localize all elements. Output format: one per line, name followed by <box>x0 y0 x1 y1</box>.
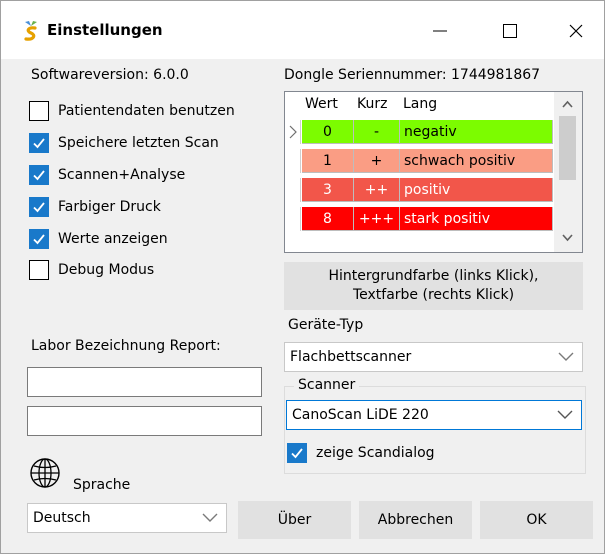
grid-header-kurz[interactable]: Kurz <box>357 92 389 115</box>
option-label: Debug Modus <box>58 262 155 278</box>
cell-kurz[interactable]: ++ <box>354 178 400 202</box>
close-button[interactable] <box>553 13 599 49</box>
chevron-down-icon <box>202 513 218 522</box>
cell-kurz[interactable]: +++ <box>354 207 400 231</box>
cell-kurz[interactable]: - <box>354 120 400 144</box>
cell-wert[interactable]: 8 <box>302 207 354 231</box>
chevron-down-icon <box>558 352 574 361</box>
scroll-down-arrow-icon[interactable] <box>562 234 573 242</box>
lab-report-line1-input[interactable] <box>27 367 262 397</box>
show-scan-dialog-label: zeige Scandialog <box>316 445 435 461</box>
about-button[interactable]: Über <box>238 501 351 539</box>
checkbox[interactable] <box>29 165 49 185</box>
cell-lang[interactable]: positiv <box>400 178 553 202</box>
lab-report-line2-input[interactable] <box>27 406 262 436</box>
grid-header-lang[interactable]: Lang <box>403 92 463 115</box>
color-button-line1: Hintergrundfarbe (links Klick), <box>328 268 539 284</box>
checkbox[interactable] <box>29 197 49 217</box>
color-setting-button[interactable]: Hintergrundfarbe (links Klick), Textfarb… <box>284 262 583 310</box>
option-save-last-scan[interactable]: Speichere letzten Scan <box>29 132 219 154</box>
scanner-value: CanoScan LiDE 220 <box>292 407 429 423</box>
cell-wert[interactable]: 0 <box>302 120 354 144</box>
chevron-down-icon <box>557 410 573 419</box>
globe-icon <box>30 458 60 488</box>
minimize-icon <box>433 30 447 32</box>
cell-wert[interactable]: 3 <box>302 178 354 202</box>
checkbox[interactable] <box>29 260 49 280</box>
app-logo-icon <box>24 21 37 41</box>
cell-lang[interactable]: negativ <box>400 120 553 144</box>
checkmark-icon <box>33 170 45 181</box>
values-grid[interactable]: Wert Kurz Lang 0 - negativ 1 + schwach p… <box>284 91 583 253</box>
table-row[interactable]: 8 +++ stark positiv <box>285 207 553 231</box>
show-scan-dialog-option[interactable]: zeige Scandialog <box>287 442 435 464</box>
option-label: Speichere letzten Scan <box>58 135 219 151</box>
about-button-label: Über <box>277 512 312 528</box>
grid-header-wert[interactable]: Wert <box>305 92 347 115</box>
checkmark-icon <box>291 448 303 459</box>
scroll-up-arrow-icon[interactable] <box>562 100 573 108</box>
cancel-button-label: Abbrechen <box>377 512 454 528</box>
scanner-select[interactable]: CanoScan LiDE 220 <box>286 400 582 430</box>
settings-window: Einstellungen Softwareversion: 6.0.0 Don… <box>0 0 605 554</box>
software-version-label: Softwareversion: 6.0.0 <box>31 67 189 83</box>
row-header[interactable] <box>285 120 301 144</box>
maximize-button[interactable] <box>487 13 533 49</box>
row-header[interactable] <box>285 207 301 231</box>
grid-header: Wert Kurz Lang <box>285 92 553 119</box>
scanner-group-label: Scanner <box>294 377 360 393</box>
checkbox[interactable] <box>29 101 49 121</box>
checkmark-icon <box>33 202 45 213</box>
cancel-button[interactable]: Abbrechen <box>359 501 472 539</box>
option-scan-analysis[interactable]: Scannen+Analyse <box>29 164 185 186</box>
option-label: Scannen+Analyse <box>58 167 186 183</box>
device-type-label: Geräte-Typ <box>288 317 364 333</box>
table-row[interactable]: 1 + schwach positiv <box>285 149 553 173</box>
checkbox[interactable] <box>29 229 49 249</box>
option-patient-data[interactable]: Patientendaten benutzen <box>29 100 235 122</box>
cell-lang[interactable]: schwach positiv <box>400 149 553 173</box>
current-row-indicator-icon <box>289 125 297 139</box>
lab-report-label: Labor Bezeichnung Report: <box>31 338 221 354</box>
checkbox[interactable] <box>29 133 49 153</box>
checkbox[interactable] <box>287 443 307 463</box>
grid-vertical-scrollbar[interactable] <box>554 92 582 252</box>
dongle-serial-label: Dongle Seriennummer: 1744981867 <box>284 67 541 83</box>
checkmark-icon <box>33 138 45 149</box>
minimize-button[interactable] <box>417 13 463 49</box>
row-header[interactable] <box>285 178 301 202</box>
scrollbar-thumb[interactable] <box>559 116 576 180</box>
cell-wert[interactable]: 1 <box>302 149 354 173</box>
checkmark-icon <box>33 234 45 245</box>
option-label: Patientendaten benutzen <box>58 103 235 119</box>
option-show-values[interactable]: Werte anzeigen <box>29 228 168 250</box>
language-select[interactable]: Deutsch <box>27 503 227 533</box>
table-row[interactable]: 3 ++ positiv <box>285 178 553 202</box>
window-title: Einstellungen <box>47 21 163 39</box>
maximize-icon <box>503 24 517 38</box>
device-type-value: Flachbettscanner <box>290 349 412 365</box>
close-icon <box>569 24 583 38</box>
cell-lang[interactable]: stark positiv <box>400 207 553 231</box>
option-label: Werte anzeigen <box>58 231 168 247</box>
ok-button[interactable]: OK <box>480 501 593 539</box>
row-header[interactable] <box>285 149 301 173</box>
option-label: Farbiger Druck <box>58 199 161 215</box>
option-debug-mode[interactable]: Debug Modus <box>29 259 154 281</box>
language-value: Deutsch <box>33 510 91 526</box>
ok-button-label: OK <box>526 512 547 528</box>
device-type-select[interactable]: Flachbettscanner <box>284 342 583 372</box>
color-button-line2: Textfarbe (rechts Klick) <box>352 287 515 303</box>
title-bar: Einstellungen <box>1 1 604 59</box>
cell-kurz[interactable]: + <box>354 149 400 173</box>
table-row[interactable]: 0 - negativ <box>285 120 553 144</box>
language-label: Sprache <box>73 477 131 493</box>
option-color-print[interactable]: Farbiger Druck <box>29 196 161 218</box>
